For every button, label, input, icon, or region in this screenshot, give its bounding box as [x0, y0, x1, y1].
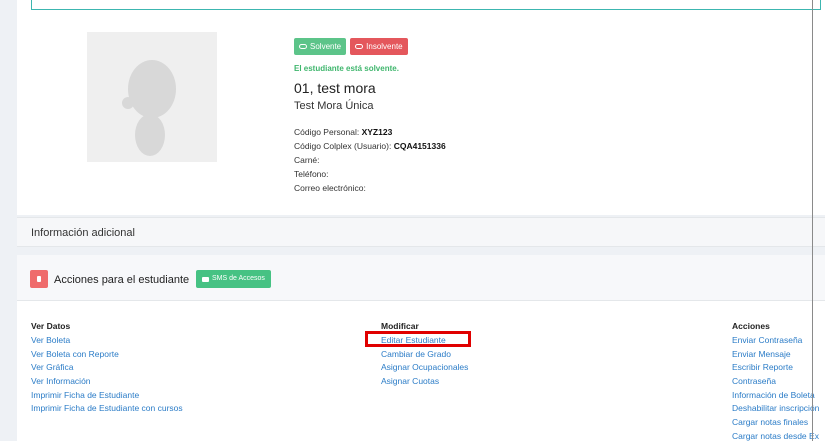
sms-access-button[interactable]: SMS de Accesos — [196, 270, 271, 288]
field-label: Código Personal: — [294, 127, 360, 137]
field-value: XYZ123 — [361, 127, 393, 137]
additional-info-section[interactable]: Información adicional — [17, 217, 825, 247]
student-actions-card: Acciones para el estudiante SMS de Acces… — [17, 255, 825, 441]
toggle-off-icon — [355, 44, 364, 49]
field-label: Correo electrónico: — [294, 183, 366, 193]
actions-title: Acciones para el estudiante — [54, 274, 190, 286]
lock-icon[interactable] — [30, 270, 48, 288]
link-ver-boleta-reporte[interactable]: Ver Boleta con Reporte — [31, 348, 183, 362]
column-title: Ver Datos — [31, 321, 71, 331]
solvent-badge-label: Solvente — [310, 42, 342, 51]
avatar-shape-body — [135, 114, 165, 156]
insolvent-badge[interactable]: Insolvente — [350, 38, 408, 55]
link-imprimir-ficha-cursos[interactable]: Imprimir Ficha de Estudiante con cursos — [31, 402, 183, 416]
link-ver-informacion[interactable]: Ver Información — [31, 375, 183, 389]
avatar-shape-head — [128, 60, 176, 118]
link-contrasena[interactable]: Contraseña — [732, 375, 819, 389]
link-ver-grafica[interactable]: Ver Gráfica — [31, 361, 183, 375]
link-enviar-mensaje[interactable]: Enviar Mensaje — [732, 348, 819, 362]
top-card-border — [31, 0, 821, 10]
link-enviar-contrasena[interactable]: Enviar Contraseña — [732, 334, 819, 348]
actions-header: Acciones para el estudiante SMS de Acces… — [17, 255, 825, 301]
avatar-placeholder — [87, 32, 217, 162]
field-value: CQA4151336 — [393, 141, 446, 151]
top-card — [17, 0, 825, 18]
field-label: Teléfono: — [294, 169, 329, 179]
link-cambiar-grado[interactable]: Cambiar de Grado — [381, 348, 468, 362]
link-asignar-cuotas[interactable]: Asignar Cuotas — [381, 375, 468, 389]
field-email: Correo electrónico: — [294, 181, 446, 195]
highlight-box — [365, 331, 471, 347]
solvency-status-message: El estudiante está solvente. — [294, 64, 399, 73]
student-fields: Código Personal: XYZ123 Código Colplex (… — [294, 125, 446, 195]
field-carne: Carné: — [294, 153, 446, 167]
status-badges: Solvente Insolvente — [294, 38, 408, 55]
vertical-divider — [812, 0, 813, 441]
student-full-name: Test Mora Única — [294, 100, 374, 112]
column-title: Acciones — [732, 321, 770, 331]
link-cargar-notas-desde[interactable]: Cargar notas desde Ex — [732, 430, 819, 441]
field-label: Código Colplex (Usuario): — [294, 141, 392, 151]
avatar-shape-dot — [122, 97, 134, 109]
link-deshabilitar-inscripcion[interactable]: Deshabilitar inscripción — [732, 402, 819, 416]
link-escribir-reporte[interactable]: Escribir Reporte — [732, 361, 819, 375]
sms-access-button-label: SMS de Accesos — [212, 275, 265, 282]
actions-column: Acciones Enviar Contraseña Enviar Mensaj… — [732, 320, 819, 441]
link-ver-boleta[interactable]: Ver Boleta — [31, 334, 183, 348]
student-name: 01, test mora — [294, 80, 376, 96]
link-informacion-boleta[interactable]: Información de Boleta — [732, 389, 819, 403]
link-asignar-ocupacionales[interactable]: Asignar Ocupacionales — [381, 361, 468, 375]
link-cargar-notas-finales[interactable]: Cargar notas finales — [732, 416, 819, 430]
field-phone: Teléfono: — [294, 167, 446, 181]
field-colplex-code: Código Colplex (Usuario): CQA4151336 — [294, 139, 446, 153]
insolvent-badge-label: Insolvente — [366, 42, 403, 51]
field-personal-code: Código Personal: XYZ123 — [294, 125, 446, 139]
view-data-column: Ver Datos Ver Boleta Ver Boleta con Repo… — [31, 320, 183, 416]
solvent-badge[interactable]: Solvente — [294, 38, 347, 55]
envelope-icon — [202, 276, 209, 282]
field-label: Carné: — [294, 155, 320, 165]
toggle-on-icon — [299, 44, 307, 49]
additional-info-title: Información adicional — [31, 227, 135, 239]
student-profile-card: Solvente Insolvente El estudiante está s… — [17, 18, 825, 215]
link-imprimir-ficha[interactable]: Imprimir Ficha de Estudiante — [31, 389, 183, 403]
